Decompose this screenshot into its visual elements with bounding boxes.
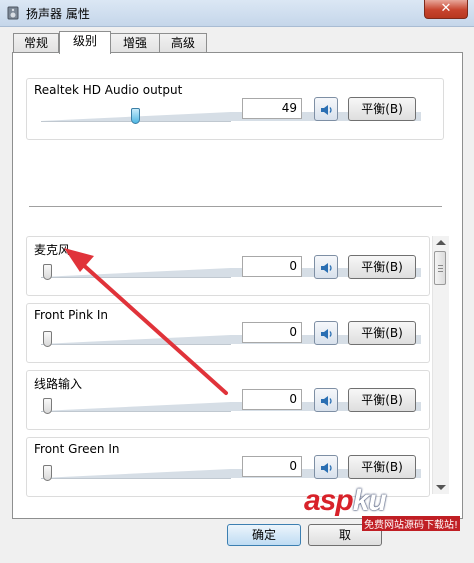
line-in-level-field[interactable]: 0: [242, 389, 302, 410]
scroll-thumb[interactable]: [434, 251, 446, 285]
tab-advanced[interactable]: 高级: [159, 33, 207, 53]
master-balance-button[interactable]: 平衡(B): [348, 97, 416, 121]
grip-line: [438, 265, 443, 266]
front-green-in-mute-button[interactable]: [314, 455, 338, 479]
front-pink-in-balance-button[interactable]: 平衡(B): [348, 321, 416, 345]
channel-scrollbar[interactable]: [432, 236, 449, 494]
slider-track: [41, 344, 231, 345]
channel-group-front-pink-in: Front Pink In 0 平衡(B): [26, 303, 430, 363]
microphone-volume-slider[interactable]: [41, 261, 421, 281]
front-green-in-level-field[interactable]: 0: [242, 456, 302, 477]
slider-thumb[interactable]: [43, 398, 52, 414]
front-pink-in-volume-slider[interactable]: [41, 328, 421, 348]
line-in-volume-slider[interactable]: [41, 395, 421, 415]
grip-line: [438, 268, 443, 269]
front-pink-in-level-field[interactable]: 0: [242, 322, 302, 343]
watermark-tagline: 免费网站源码下载站!: [362, 516, 461, 531]
ok-button[interactable]: 确定: [227, 524, 301, 546]
scroll-up-arrow-icon[interactable]: [436, 240, 446, 245]
master-output-label: Realtek HD Audio output: [34, 83, 183, 97]
tab-enhancements[interactable]: 增强: [110, 33, 160, 53]
speaker-properties-icon: [7, 6, 19, 20]
channel-group-microphone: 麦克风 0 平衡(B): [26, 236, 430, 296]
speaker-icon: [321, 263, 332, 273]
window-body: 常规 级别 增强 高级 Realtek HD Audio output 49 平…: [0, 27, 474, 563]
master-output-group: Realtek HD Audio output 49 平衡(B): [26, 78, 444, 140]
watermark-logo: aspku.com: [304, 484, 420, 517]
front-pink-in-mute-button[interactable]: [314, 321, 338, 345]
channel-label: 麦克风: [34, 243, 71, 257]
tab-levels[interactable]: 级别: [59, 31, 111, 54]
channel-group-line-in: 线路输入 0 平衡(B): [26, 370, 430, 430]
slider-track: [41, 411, 231, 412]
tab-general[interactable]: 常规: [13, 33, 59, 53]
slider-thumb[interactable]: [43, 465, 52, 481]
master-level-field[interactable]: 49: [242, 98, 302, 119]
window-title: 扬声器 属性: [26, 7, 90, 21]
channel-label: 线路输入: [34, 377, 83, 391]
microphone-mute-button[interactable]: [314, 255, 338, 279]
section-divider: [29, 206, 442, 207]
title-bar: 扬声器 属性 ✕: [0, 0, 474, 27]
slider-track: [41, 277, 231, 278]
watermark: aspku.com 免费网站源码下载站!: [300, 484, 474, 536]
line-in-mute-button[interactable]: [314, 388, 338, 412]
microphone-level-field[interactable]: 0: [242, 256, 302, 277]
speaker-icon: [321, 463, 332, 473]
line-in-balance-button[interactable]: 平衡(B): [348, 388, 416, 412]
slider-thumb[interactable]: [43, 331, 52, 347]
grip-line: [438, 271, 443, 272]
master-mute-button[interactable]: [314, 97, 338, 121]
channel-label: Front Pink In: [34, 308, 108, 322]
levels-panel: Realtek HD Audio output 49 平衡(B) 麦克风 0 平…: [12, 52, 463, 519]
slider-track: [41, 478, 231, 479]
speaker-icon: [321, 329, 332, 339]
master-volume-slider[interactable]: [41, 105, 421, 125]
slider-thumb[interactable]: [43, 264, 52, 280]
slider-thumb[interactable]: [131, 108, 141, 124]
front-green-in-volume-slider[interactable]: [41, 462, 421, 482]
front-green-in-balance-button[interactable]: 平衡(B): [348, 455, 416, 479]
channel-label: Front Green In: [34, 442, 120, 456]
speaker-icon: [321, 105, 332, 115]
microphone-balance-button[interactable]: 平衡(B): [348, 255, 416, 279]
close-button[interactable]: ✕: [424, 0, 468, 19]
speaker-icon: [321, 396, 332, 406]
